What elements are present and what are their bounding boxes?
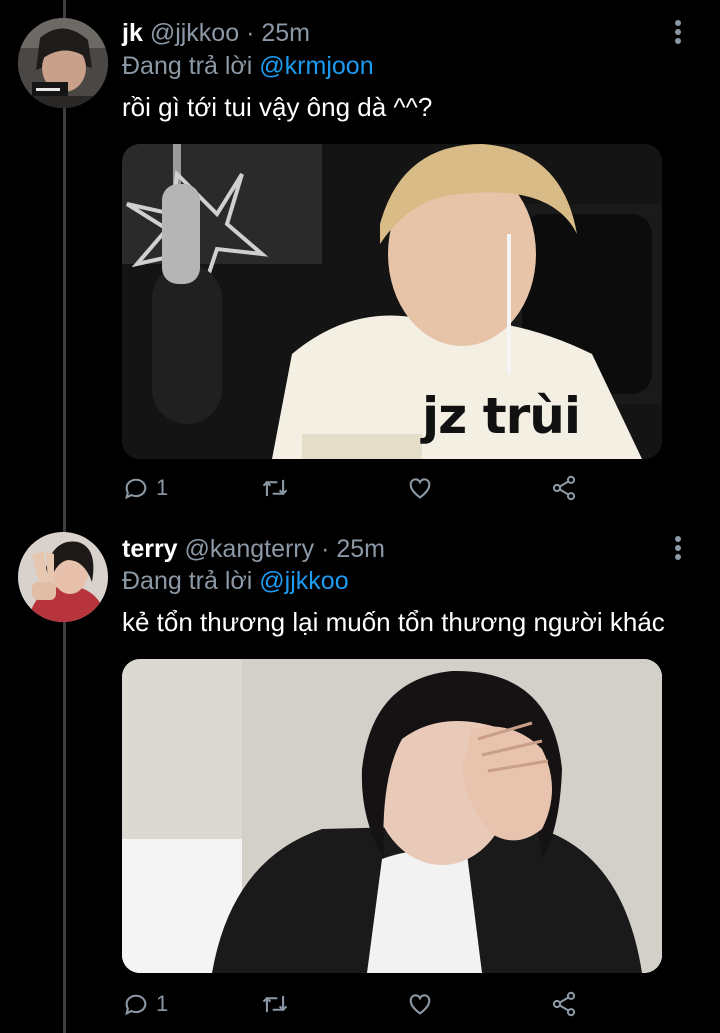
share-icon xyxy=(552,475,576,501)
tweet-text: kẻ tổn thương lại muốn tổn thương người … xyxy=(122,607,665,637)
tweet-media[interactable] xyxy=(122,659,662,973)
like-button[interactable] xyxy=(406,984,434,1024)
reply-mention[interactable]: @krmjoon xyxy=(259,52,373,80)
media-photo xyxy=(122,659,662,973)
separator: · xyxy=(246,19,255,47)
reply-icon xyxy=(125,994,147,1016)
timestamp[interactable]: 25m xyxy=(261,19,310,47)
like-icon xyxy=(409,994,431,1015)
retweet-button[interactable] xyxy=(260,984,290,1024)
like-button[interactable] xyxy=(406,468,434,508)
share-icon xyxy=(552,991,576,1017)
display-name[interactable]: terry xyxy=(122,535,178,563)
reply-prefix: Đang trả lời xyxy=(122,567,253,595)
avatar[interactable] xyxy=(18,18,108,108)
media-photo xyxy=(122,144,662,459)
tweet-header: terry @kangterry · 25m xyxy=(122,534,385,564)
tweet[interactable]: jk @jjkkoo · 25m Đang trả lời @krmjoon r… xyxy=(0,0,720,515)
share-button[interactable] xyxy=(550,468,578,508)
tweet-media[interactable]: jz trùi xyxy=(122,144,662,459)
user-handle[interactable]: @kangterry xyxy=(185,535,315,563)
more-icon[interactable] xyxy=(674,20,682,50)
user-handle[interactable]: @jjkkoo xyxy=(150,19,239,47)
avatar[interactable] xyxy=(18,532,108,622)
like-icon xyxy=(409,478,431,499)
tweet-header: jk @jjkkoo · 25m xyxy=(122,18,310,48)
timestamp[interactable]: 25m xyxy=(336,535,385,563)
reply-button[interactable]: 1 xyxy=(122,984,168,1024)
separator: · xyxy=(321,535,330,563)
reply-icon xyxy=(125,478,147,500)
media-caption: jz trùi xyxy=(422,387,581,445)
reply-count: 1 xyxy=(156,475,169,500)
tweet-actions: 1 xyxy=(122,468,592,508)
reply-context: Đang trả lời @jjkkoo xyxy=(122,566,349,596)
tweet-text: rồi gì tới tui vậy ông dà ^^? xyxy=(122,92,433,122)
reply-mention[interactable]: @jjkkoo xyxy=(259,567,348,595)
retweet-icon xyxy=(262,995,288,1013)
reply-prefix: Đang trả lời xyxy=(122,52,253,80)
reply-context: Đang trả lời @krmjoon xyxy=(122,51,374,81)
reply-button[interactable]: 1 xyxy=(122,468,168,508)
display-name[interactable]: jk xyxy=(122,19,143,47)
retweet-button[interactable] xyxy=(260,468,290,508)
retweet-icon xyxy=(262,479,288,497)
share-button[interactable] xyxy=(550,984,578,1024)
reply-count: 1 xyxy=(156,991,169,1016)
more-icon[interactable] xyxy=(674,536,682,566)
tweet[interactable]: terry @kangterry · 25m Đang trả lời @jjk… xyxy=(0,518,720,1033)
tweet-actions: 1 xyxy=(122,984,592,1024)
